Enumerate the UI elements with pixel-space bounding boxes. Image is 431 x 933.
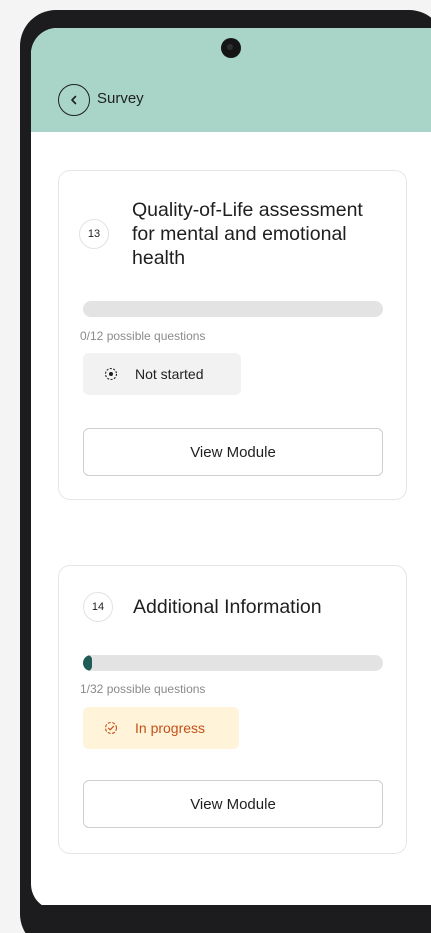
- in-progress-icon: [103, 720, 119, 736]
- module-number-badge: 14: [83, 592, 113, 622]
- progress-bar: [83, 301, 383, 317]
- progress-bar-fill: [83, 655, 93, 671]
- not-started-icon: [103, 366, 119, 382]
- view-module-button[interactable]: View Module: [83, 780, 383, 828]
- module-card: 13 Quality-of-Life assessment for mental…: [58, 170, 407, 500]
- module-title: Additional Information: [133, 596, 322, 618]
- status-badge: In progress: [83, 707, 239, 749]
- back-button[interactable]: [58, 84, 90, 116]
- status-label: Not started: [135, 366, 204, 382]
- front-camera: [221, 38, 241, 58]
- status-badge: Not started: [83, 353, 241, 395]
- module-number-badge: 13: [79, 219, 109, 249]
- chevron-left-icon: [71, 95, 77, 105]
- app-header: Survey: [31, 28, 431, 132]
- progress-bar: [83, 655, 383, 671]
- page-title: Survey: [97, 90, 144, 107]
- progress-text: 0/12 possible questions: [80, 329, 206, 343]
- status-label: In progress: [135, 720, 206, 736]
- phone-screen: Survey 13 Quality-of-Life assessment for…: [31, 28, 431, 910]
- module-card: 14 Additional Information 1/32 possible …: [58, 565, 407, 854]
- module-title: Quality-of-Life assessment for mental an…: [132, 199, 363, 269]
- progress-text: 1/32 possible questions: [80, 682, 206, 696]
- phone-bottom-bezel: [31, 905, 431, 933]
- view-module-button[interactable]: View Module: [83, 428, 383, 476]
